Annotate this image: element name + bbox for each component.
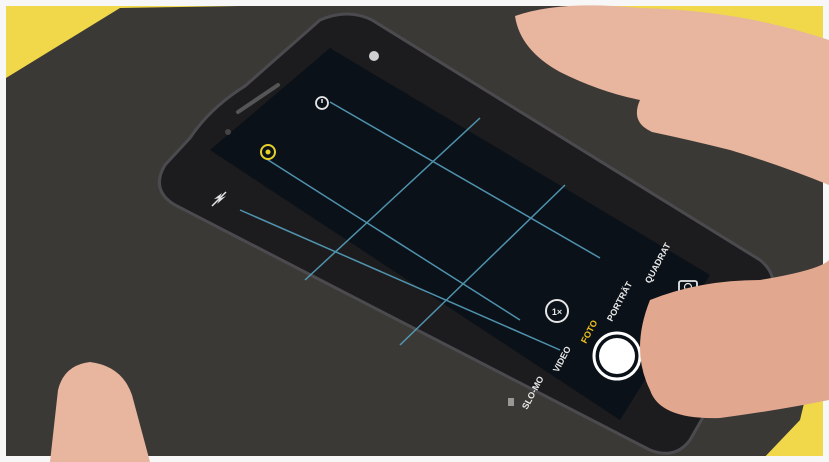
top-right-icon[interactable]: [369, 51, 379, 61]
last-photo-thumbnail[interactable]: [508, 398, 514, 406]
front-camera: [225, 129, 231, 135]
scene: 1× SLO-MO VIDEO FOTO PORTRÄT QUADRAT: [0, 0, 829, 462]
zoom-label: 1×: [552, 307, 562, 317]
shutter-button[interactable]: [592, 331, 642, 381]
